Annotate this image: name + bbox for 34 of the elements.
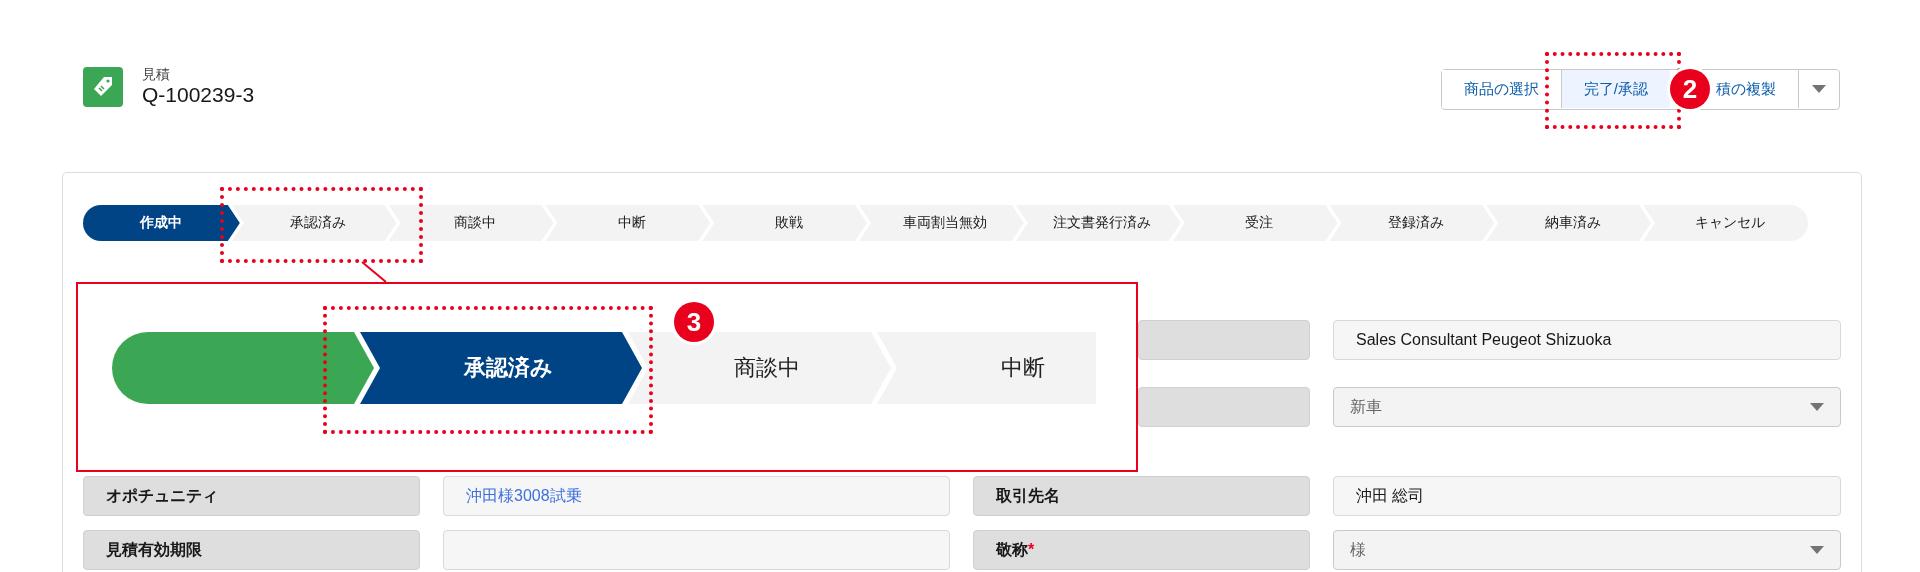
record-link-field[interactable]: 沖田様3008試乗 bbox=[443, 476, 950, 516]
dropdown-field[interactable]: 様 bbox=[1333, 530, 1841, 570]
action-button[interactable]: 完了/承認 bbox=[1561, 70, 1670, 108]
field-label: 敬称* bbox=[973, 530, 1310, 570]
path-stage[interactable]: 商談中 bbox=[388, 205, 554, 241]
dropdown-caret-icon bbox=[1810, 403, 1824, 411]
path-stage[interactable]: 作成中 bbox=[83, 205, 240, 241]
path-stage[interactable]: 受注 bbox=[1172, 205, 1338, 241]
dropdown-caret-icon bbox=[1810, 546, 1824, 554]
dropdown-caret-icon bbox=[1812, 85, 1826, 93]
path-stage[interactable]: 登録済み bbox=[1329, 205, 1495, 241]
text-field[interactable]: Sales Consultant Peugeot Shizuoka bbox=[1333, 320, 1841, 360]
path-stage[interactable]: 中断 bbox=[545, 205, 711, 241]
price-tag-icon bbox=[83, 67, 123, 107]
field-label: 取引先名 bbox=[973, 476, 1310, 516]
path-stage[interactable]: 納車済み bbox=[1486, 205, 1652, 241]
step-number-badge: 2 bbox=[1670, 69, 1710, 109]
record-title: Q-100239-3 bbox=[142, 82, 255, 108]
field-label: 見積有効期限 bbox=[83, 530, 420, 570]
object-type-label: 見積 bbox=[142, 66, 171, 82]
path-stage[interactable]: キャンセル bbox=[1643, 205, 1808, 241]
step-number-badge: 3 bbox=[674, 302, 714, 342]
text-field[interactable]: 沖田 総司 bbox=[1333, 476, 1841, 516]
path-stage[interactable]: 注文書発行済み bbox=[1015, 205, 1181, 241]
path-stage[interactable]: 車両割当無効 bbox=[859, 205, 1024, 241]
path-stage: 承認済み bbox=[360, 332, 642, 404]
path-stage: 商談中 bbox=[628, 332, 891, 404]
text-field[interactable] bbox=[443, 530, 950, 570]
field-label: オポチュニティ bbox=[83, 476, 420, 516]
action-button[interactable]: 商品の選択 bbox=[1441, 70, 1562, 108]
path-stage[interactable]: 敗戦 bbox=[702, 205, 868, 241]
path-stage: 中断 bbox=[877, 332, 1096, 404]
dropdown-field[interactable]: 新車 bbox=[1333, 387, 1841, 427]
path-stage[interactable]: 承認済み bbox=[231, 205, 397, 241]
